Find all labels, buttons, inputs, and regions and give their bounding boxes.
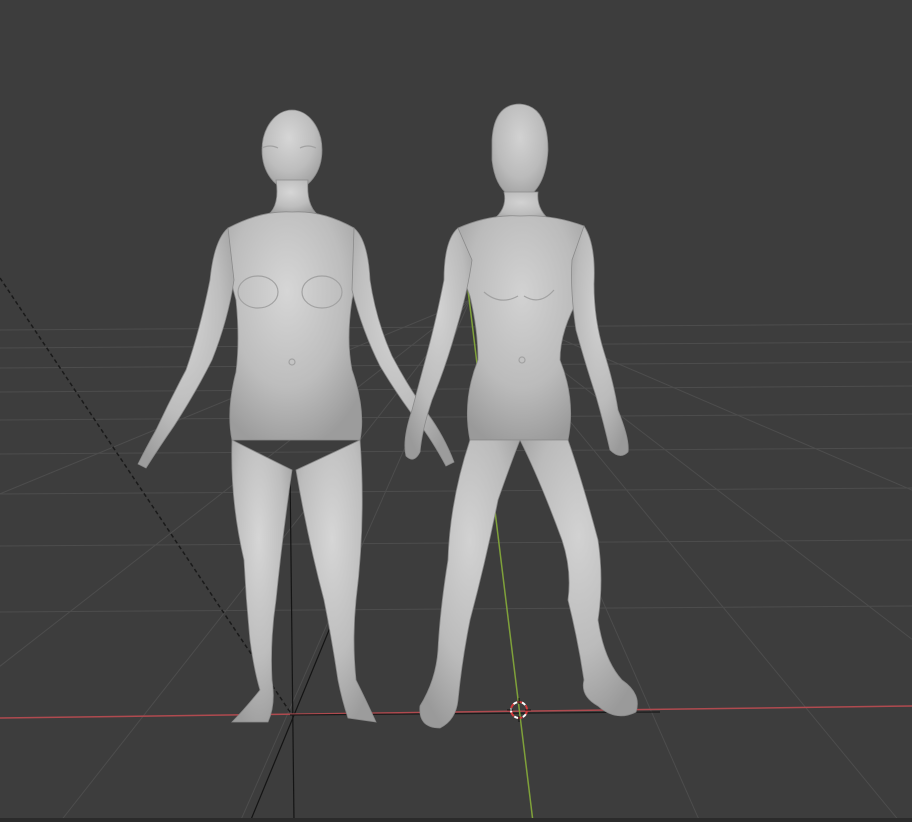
low-detail-female-figure[interactable] bbox=[404, 103, 638, 729]
detailed-female-figure[interactable] bbox=[137, 109, 455, 723]
3d-viewport[interactable] bbox=[0, 0, 912, 822]
viewport-bottom-border bbox=[0, 818, 912, 822]
viewport-canvas[interactable] bbox=[0, 0, 912, 822]
